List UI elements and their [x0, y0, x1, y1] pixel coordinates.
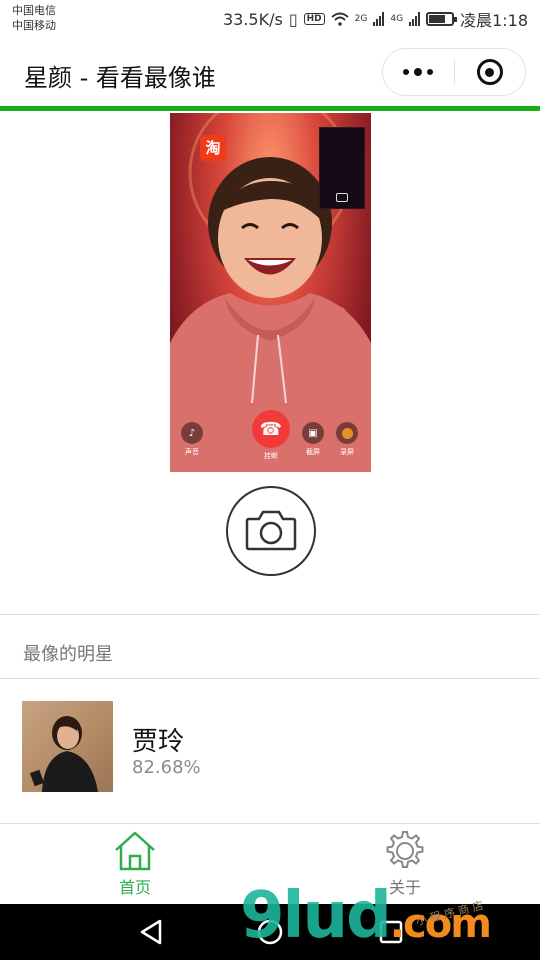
vibrate-icon: ▯: [288, 9, 298, 29]
section-title: 最像的明星: [23, 644, 113, 665]
network-speed: 33.5K/s: [222, 9, 283, 29]
captured-photo: 淘 ♪ 声音 ☎ 挂断 ▣ 截屏 录屏: [170, 113, 371, 472]
page-title: 星颜 - 看看最像谁: [24, 64, 216, 92]
divider-top: [0, 614, 540, 615]
clock: 凌晨1:18: [460, 11, 528, 30]
battery-icon: [426, 12, 458, 26]
status-bar: 中国电信 中国移动 33.5K/s ▯ HD 2G 4G 凌晨1:18: [0, 0, 540, 36]
screenshot-icon: ▣: [302, 422, 324, 444]
more-button[interactable]: [383, 48, 454, 96]
record-icon: [336, 422, 358, 444]
watermark-main: 9lud: [240, 879, 392, 953]
capture-button[interactable]: [226, 486, 316, 576]
home-icon: [115, 831, 155, 871]
sound-control: ♪ 声音: [181, 422, 203, 457]
screenshot-control: ▣ 截屏: [302, 422, 324, 457]
hangup-icon: ☎: [252, 410, 290, 448]
miniprogram-capsule: [382, 48, 526, 96]
similarity-score: 82.68%: [132, 757, 201, 778]
carrier-info: 中国电信 中国移动: [12, 3, 56, 33]
network-4g-label: 4G: [390, 14, 404, 24]
network-2g-label: 2G: [354, 14, 368, 24]
screenshot-label: 截屏: [306, 448, 320, 456]
wifi-icon: [330, 12, 349, 26]
speaker-icon: ♪: [181, 422, 203, 444]
back-icon[interactable]: [138, 918, 164, 946]
hangup-label: 挂断: [264, 452, 278, 460]
hangup-control: ☎ 挂断: [252, 410, 290, 461]
sound-label: 声音: [185, 448, 199, 456]
list-item[interactable]: 贾玲 82.68%: [0, 680, 540, 822]
target-circle-icon: [476, 59, 503, 85]
celebrity-name: 贾玲: [132, 727, 185, 757]
camera-icon: [245, 510, 297, 551]
pip-preview: [319, 127, 365, 209]
record-control: 录屏: [336, 422, 358, 457]
tab-home[interactable]: 首页: [75, 830, 195, 900]
close-button[interactable]: [455, 48, 526, 96]
carrier-telecom: 中国电信: [12, 4, 56, 17]
status-indicators: 33.5K/s ▯ HD 2G 4G 凌晨1:18: [223, 7, 528, 31]
signal-icon-1: [373, 12, 385, 26]
taobao-badge: 淘: [200, 135, 226, 161]
switch-camera-icon: [336, 193, 348, 202]
carrier-mobile: 中国移动: [12, 19, 56, 32]
more-dots-icon: [403, 69, 410, 75]
hd-badge: HD: [303, 13, 325, 25]
record-label: 录屏: [340, 448, 354, 456]
tab-home-label: 首页: [118, 878, 151, 897]
celebrity-avatar: [22, 701, 113, 792]
call-controls: ♪ 声音 ☎ 挂断 ▣ 截屏 录屏: [170, 410, 371, 460]
divider-mid: [0, 678, 540, 679]
screen: 中国电信 中国移动 33.5K/s ▯ HD 2G 4G 凌晨1:18 星颜 -…: [0, 0, 540, 960]
gear-icon: [386, 831, 424, 868]
signal-icon-2: [409, 12, 421, 26]
nav-bar: 星颜 - 看看最像谁: [0, 36, 540, 108]
nav-accent-line: [0, 106, 540, 111]
